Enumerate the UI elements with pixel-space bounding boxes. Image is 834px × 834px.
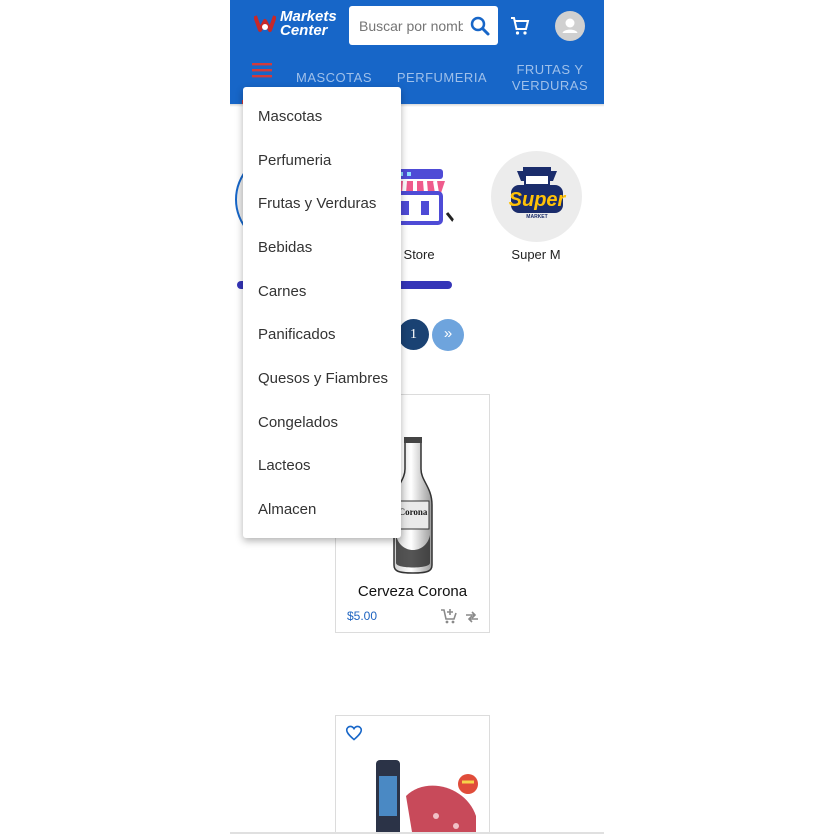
menu-item-bebidas[interactable]: Bebidas [258, 239, 312, 256]
account-avatar[interactable] [555, 11, 585, 41]
menu-icon[interactable] [250, 58, 274, 82]
bottle-label-text: Corona [399, 507, 428, 517]
menu-item-quesos-y-fiambres[interactable]: Quesos y Fiambres [258, 370, 388, 387]
tab-perfumeria[interactable]: PERFUMERIA [394, 70, 490, 86]
favorite-heart-icon[interactable] [345, 725, 363, 741]
logo-text-line-2: Center [280, 22, 328, 39]
product-card[interactable] [335, 715, 490, 834]
search-input[interactable] [357, 14, 465, 38]
tab-frutas-y-verduras[interactable]: FRUTAS Y VERDURAS [508, 62, 592, 94]
store-super-m-logo-text: Super [509, 189, 567, 211]
logo-mark-icon [254, 15, 276, 32]
menu-item-carnes[interactable]: Carnes [258, 283, 306, 300]
tab-mascotas[interactable]: MASCOTAS [292, 70, 376, 86]
category-dropdown-menu: Mascotas Perfumeria Frutas y Verduras Be… [243, 87, 401, 538]
menu-item-frutas-y-verduras[interactable]: Frutas y Verduras [258, 195, 376, 212]
compare-icon[interactable] [464, 611, 480, 623]
menu-item-panificados[interactable]: Panificados [258, 326, 336, 343]
add-to-cart-icon[interactable] [440, 608, 458, 624]
logo-text: Markets Center [280, 9, 337, 39]
menu-item-congelados[interactable]: Congelados [258, 414, 338, 431]
pagination-next-button[interactable]: » [432, 319, 464, 351]
product-price: $5.00 [347, 609, 378, 623]
menu-item-lacteos[interactable]: Lacteos [258, 457, 311, 474]
store-super-m-logo-subtext: MARKET [526, 214, 547, 220]
shopping-cart-icon[interactable] [508, 14, 532, 38]
menu-item-almacen[interactable]: Almacen [258, 501, 316, 518]
product-name: Cerveza Corona [357, 583, 468, 600]
account-icon [562, 18, 578, 33]
product-image-salami [376, 760, 478, 834]
store-logo-super-m[interactable]: Super MARKET [491, 151, 582, 242]
super-market-logo-icon: Super MARKET [509, 167, 567, 220]
store-name-super-m[interactable]: Super M [486, 247, 586, 262]
search-icon[interactable] [468, 14, 492, 38]
logo[interactable]: Markets Center [254, 8, 346, 42]
search-box [349, 6, 498, 45]
menu-item-mascotas[interactable]: Mascotas [258, 108, 322, 125]
pagination-current-page[interactable]: 1 [398, 319, 429, 350]
menu-item-perfumeria[interactable]: Perfumeria [258, 152, 331, 169]
